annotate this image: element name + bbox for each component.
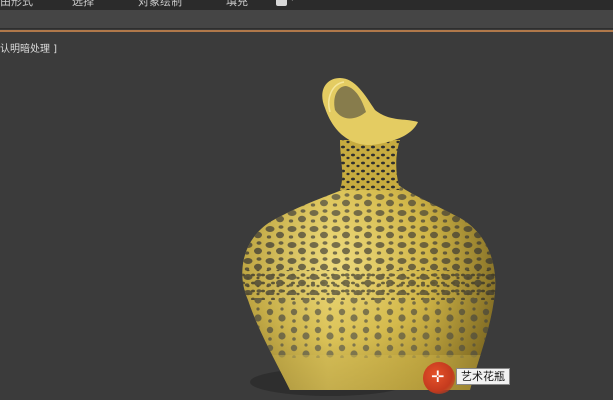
- menu-bar: 由形式 选择 对象绘制 填充 ▾: [0, 0, 613, 10]
- object-name-tooltip: 艺术花瓶: [456, 368, 510, 385]
- perspective-viewport[interactable]: 认明暗处理 ] ✛ 艺术花瓶: [0, 32, 613, 400]
- menu-item-graphite[interactable]: 由形式: [0, 0, 33, 9]
- dropdown-icon[interactable]: [276, 0, 287, 6]
- ribbon-toolbar: [0, 10, 613, 29]
- menu-item-object-paint[interactable]: 对象绘制: [138, 0, 182, 9]
- menu-item-selection[interactable]: 选择: [72, 0, 94, 9]
- menu-item-populate[interactable]: 填充: [226, 0, 248, 9]
- vase-3d-model[interactable]: [0, 32, 613, 400]
- chevron-down-icon[interactable]: ▾: [290, 0, 295, 4]
- crosshair-icon: ✛: [431, 367, 445, 386]
